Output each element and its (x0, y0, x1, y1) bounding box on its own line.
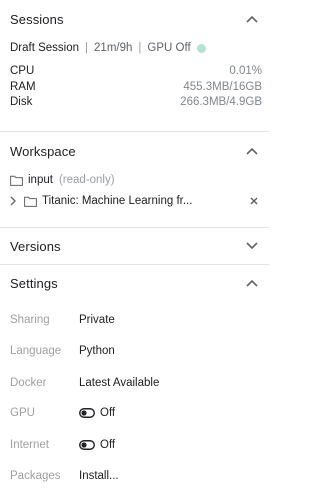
separator: | (138, 42, 142, 54)
divider (0, 227, 269, 228)
setting-label: Sharing (10, 314, 50, 326)
settings-title: Settings (10, 275, 58, 291)
toggle-off-icon[interactable] (79, 408, 95, 418)
install-packages-link[interactable]: Install... (79, 470, 119, 482)
workspace-section-header[interactable]: Workspace (0, 134, 269, 168)
stat-row-ram: RAM 455.3MB/16GB (10, 80, 262, 94)
chevron-up-icon[interactable] (245, 276, 259, 290)
separator: | (85, 42, 89, 54)
session-run-time: 21m/9h (94, 42, 133, 54)
internet-toggle-label: Off (100, 439, 116, 451)
input-folder-row[interactable]: input (read-only) (10, 172, 115, 188)
chevron-up-icon[interactable] (245, 144, 259, 158)
versions-title: Versions (10, 238, 61, 254)
input-folder-note: (read-only) (58, 174, 115, 186)
input-folder-name: input (28, 174, 53, 186)
stat-label: Disk (10, 96, 33, 108)
setting-row-internet[interactable]: Internet Off (10, 436, 115, 454)
divider (0, 131, 269, 132)
gpu-toggle-label: Off (100, 407, 116, 419)
chevron-up-icon[interactable] (245, 12, 259, 26)
setting-value[interactable]: Private (79, 314, 115, 326)
session-name: Draft Session (10, 42, 80, 54)
stat-value: 0.01% (229, 65, 262, 77)
sessions-section-header[interactable]: Sessions (0, 2, 269, 36)
setting-row-packages[interactable]: Packages Install... (10, 467, 119, 485)
setting-label: GPU (10, 407, 35, 419)
setting-value[interactable]: Latest Available (79, 377, 159, 389)
dataset-row[interactable]: Titanic: Machine Learning fr... (10, 193, 192, 209)
setting-row-gpu[interactable]: GPU Off (10, 404, 115, 422)
gpu-status: GPU Off (147, 42, 191, 54)
chevron-right-icon[interactable] (10, 196, 18, 206)
stat-label: RAM (10, 81, 36, 93)
sessions-title: Sessions (10, 11, 64, 27)
setting-label: Internet (10, 439, 49, 451)
setting-row-sharing[interactable]: Sharing Private (10, 311, 115, 329)
toggle-off-icon[interactable] (79, 440, 95, 450)
internet-toggle[interactable]: Off (79, 439, 115, 451)
stat-row-cpu: CPU 0.01% (10, 64, 262, 78)
setting-row-docker[interactable]: Docker Latest Available (10, 374, 159, 392)
settings-section-header[interactable]: Settings (0, 266, 269, 300)
versions-section-header[interactable]: Versions (0, 229, 269, 263)
setting-row-language[interactable]: Language Python (10, 342, 115, 360)
stat-value: 455.3MB/16GB (183, 81, 262, 93)
folder-icon (10, 175, 23, 186)
setting-label: Docker (10, 377, 47, 389)
stat-value: 266.3MB/4.9GB (180, 96, 262, 108)
stat-row-disk: Disk 266.3MB/4.9GB (10, 95, 262, 109)
setting-label: Packages (10, 470, 61, 482)
setting-value[interactable]: Python (79, 345, 115, 357)
workspace-title: Workspace (10, 143, 76, 159)
setting-label: Language (10, 345, 62, 357)
divider (0, 264, 269, 265)
folder-icon (24, 196, 37, 207)
dataset-name: Titanic: Machine Learning fr... (42, 195, 193, 207)
close-icon[interactable] (249, 196, 259, 206)
gpu-toggle[interactable]: Off (79, 407, 115, 419)
session-summary: Draft Session | 21m/9h | GPU Off (10, 40, 206, 56)
stat-label: CPU (10, 65, 35, 77)
session-status-dot (196, 43, 206, 53)
chevron-down-icon[interactable] (245, 239, 259, 253)
